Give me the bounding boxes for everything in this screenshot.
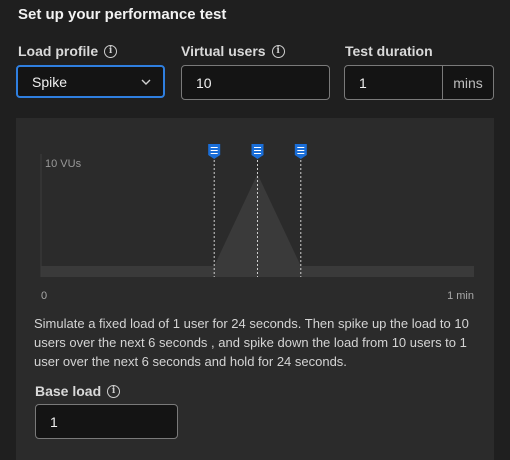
info-icon[interactable]: i <box>104 44 118 58</box>
load-profile-select[interactable]: Spike <box>16 65 165 98</box>
load-chart: 10 VUs <box>40 144 474 277</box>
load-description: Simulate a fixed load of 1 user for 24 s… <box>34 316 469 369</box>
test-duration-unit: mins <box>442 66 493 99</box>
base-load-input[interactable]: 1 <box>35 404 178 439</box>
test-duration-label: Test duration <box>345 43 433 59</box>
marker-handle-icon[interactable] <box>294 144 307 159</box>
chart-x-end: 1 min <box>447 290 474 302</box>
base-load-label: Base load <box>35 383 102 399</box>
load-profile-label-group: Load profile i <box>18 43 118 59</box>
base-load-label-group: Base load i <box>35 383 121 399</box>
chart-y-label: 10 VUs <box>45 158 82 170</box>
base-load-value: 1 <box>50 413 58 430</box>
load-preview-panel: 10 VUs 0 1 min Simulate a fixed load of … <box>16 118 494 460</box>
test-duration-input[interactable]: 1 mins <box>344 65 494 100</box>
virtual-users-label: Virtual users <box>181 43 266 59</box>
virtual-users-label-group: Virtual users i <box>181 43 285 59</box>
chart-x-start: 0 <box>41 290 48 302</box>
marker-handle-icon[interactable] <box>208 144 221 159</box>
chevron-down-icon <box>141 79 151 85</box>
info-icon[interactable]: i <box>107 384 121 398</box>
test-duration-value: 1 <box>359 74 367 91</box>
marker-handle-icon[interactable] <box>251 144 264 159</box>
load-profile-value: Spike <box>32 73 68 90</box>
info-icon[interactable]: i <box>271 44 285 58</box>
test-duration-label-group: Test duration <box>345 43 433 59</box>
virtual-users-input[interactable]: 10 <box>181 65 330 100</box>
load-profile-label: Load profile <box>18 43 99 59</box>
virtual-users-value: 10 <box>196 74 212 91</box>
page-title: Set up your performance test <box>18 6 227 23</box>
